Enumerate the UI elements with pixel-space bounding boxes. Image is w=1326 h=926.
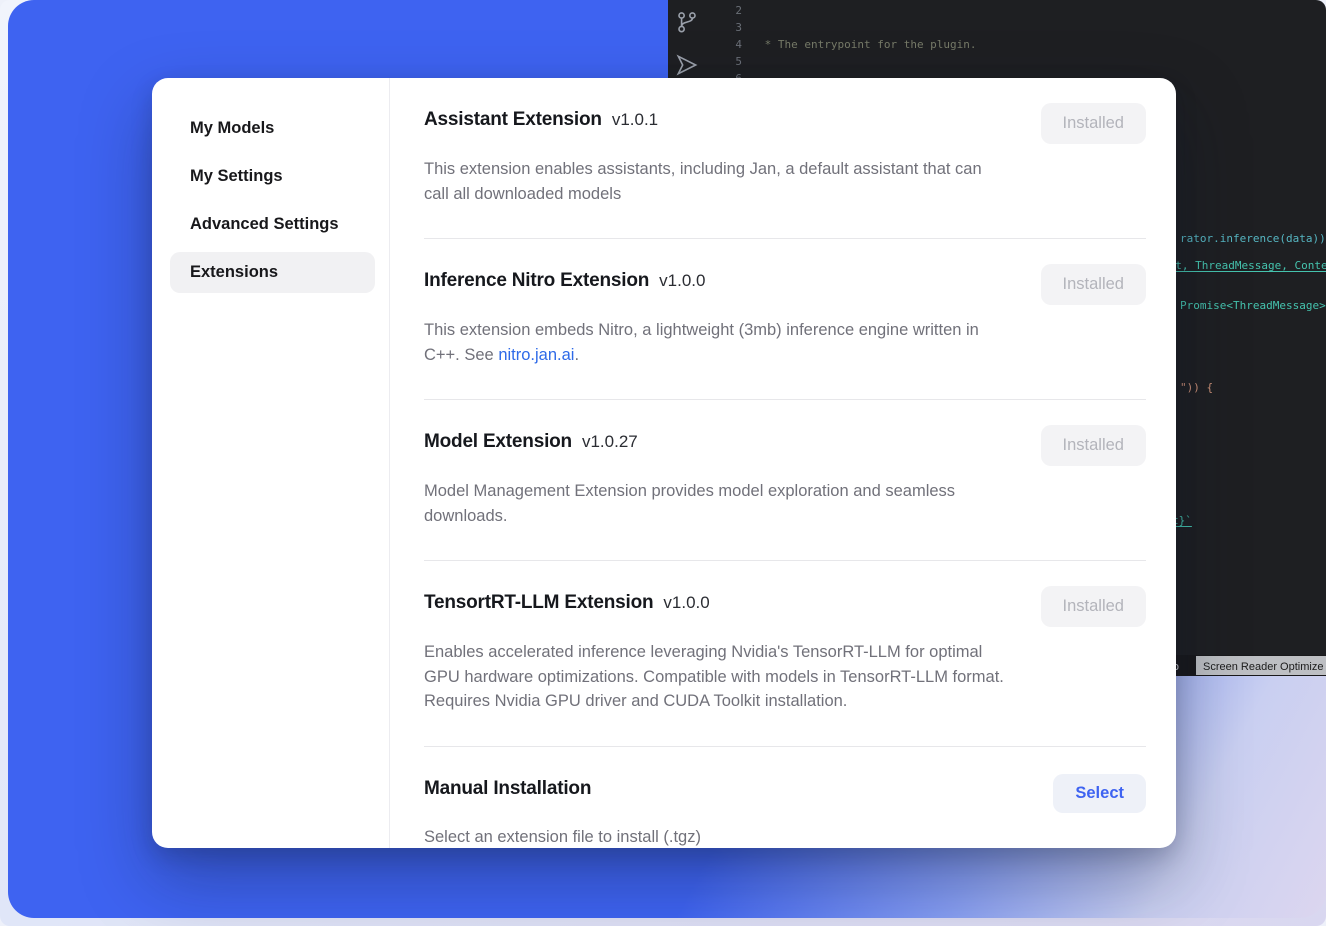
select-file-button[interactable]: Select [1053, 774, 1146, 813]
extension-description: Model Management Extension provides mode… [424, 479, 959, 528]
extension-title: Inference Nitro Extension [424, 270, 649, 292]
extension-item: Inference Nitro Extension v1.0.0 Install… [424, 239, 1146, 400]
editor-line-numbers: 2 3 4 5 6 [712, 2, 742, 87]
settings-modal: My Models My Settings Advanced Settings … [152, 78, 1176, 848]
line-number: 5 [712, 53, 742, 70]
line-number: 4 [712, 36, 742, 53]
manual-installation-title: Manual Installation [424, 778, 591, 800]
extension-item: Assistant Extension v1.0.1 Installed Thi… [424, 78, 1146, 239]
extension-version: v1.0.1 [612, 110, 658, 130]
code-comment: * The entrypoint for the plugin. [758, 38, 977, 51]
extension-description: Enables accelerated inference leveraging… [424, 640, 1009, 714]
screenshot-root: 2 3 4 5 6 * The entrypoint for the plugi… [0, 0, 1326, 926]
installed-button[interactable]: Installed [1041, 264, 1146, 305]
screen-reader-badge[interactable]: Screen Reader Optimize [1196, 656, 1326, 675]
extension-version: v1.0.0 [659, 271, 705, 291]
extension-description: This extension enables assistants, inclu… [424, 157, 999, 206]
sidebar-item-my-settings[interactable]: My Settings [170, 156, 375, 197]
nitro-jan-ai-link[interactable]: nitro.jan.ai [498, 346, 574, 364]
description-text: . [574, 346, 579, 364]
manual-installation-description: Select an extension file to install (.tg… [424, 825, 999, 849]
sidebar-item-advanced-settings[interactable]: Advanced Settings [170, 204, 375, 245]
extension-description: This extension embeds Nitro, a lightweig… [424, 318, 989, 367]
installed-button[interactable]: Installed [1041, 586, 1146, 627]
extension-version: v1.0.27 [582, 432, 638, 452]
manual-installation-section: Manual Installation Select Select an ext… [424, 747, 1146, 849]
sidebar-item-my-models[interactable]: My Models [170, 108, 375, 149]
line-number: 2 [712, 2, 742, 19]
extensions-panel: Assistant Extension v1.0.1 Installed Thi… [390, 78, 1176, 848]
extension-title: Model Extension [424, 431, 572, 453]
line-number: 3 [712, 19, 742, 36]
code-fragment: rator.inference(data)); [1180, 230, 1326, 247]
git-branch-icon[interactable] [674, 9, 700, 35]
send-icon[interactable] [674, 52, 700, 78]
extension-item: Model Extension v1.0.27 Installed Model … [424, 400, 1146, 561]
installed-button[interactable]: Installed [1041, 425, 1146, 466]
extension-title: TensortRT-LLM Extension [424, 592, 653, 614]
code-fragment: Promise<ThreadMessage> [1180, 297, 1326, 314]
settings-sidebar: My Models My Settings Advanced Settings … [152, 78, 390, 848]
extension-version: v1.0.0 [663, 593, 709, 613]
installed-button[interactable]: Installed [1041, 103, 1146, 144]
code-fragment: ")) { [1180, 379, 1213, 396]
sidebar-item-extensions[interactable]: Extensions [170, 252, 375, 293]
extension-item: TensortRT-LLM Extension v1.0.0 Installed… [424, 561, 1146, 747]
extension-title: Assistant Extension [424, 109, 602, 131]
